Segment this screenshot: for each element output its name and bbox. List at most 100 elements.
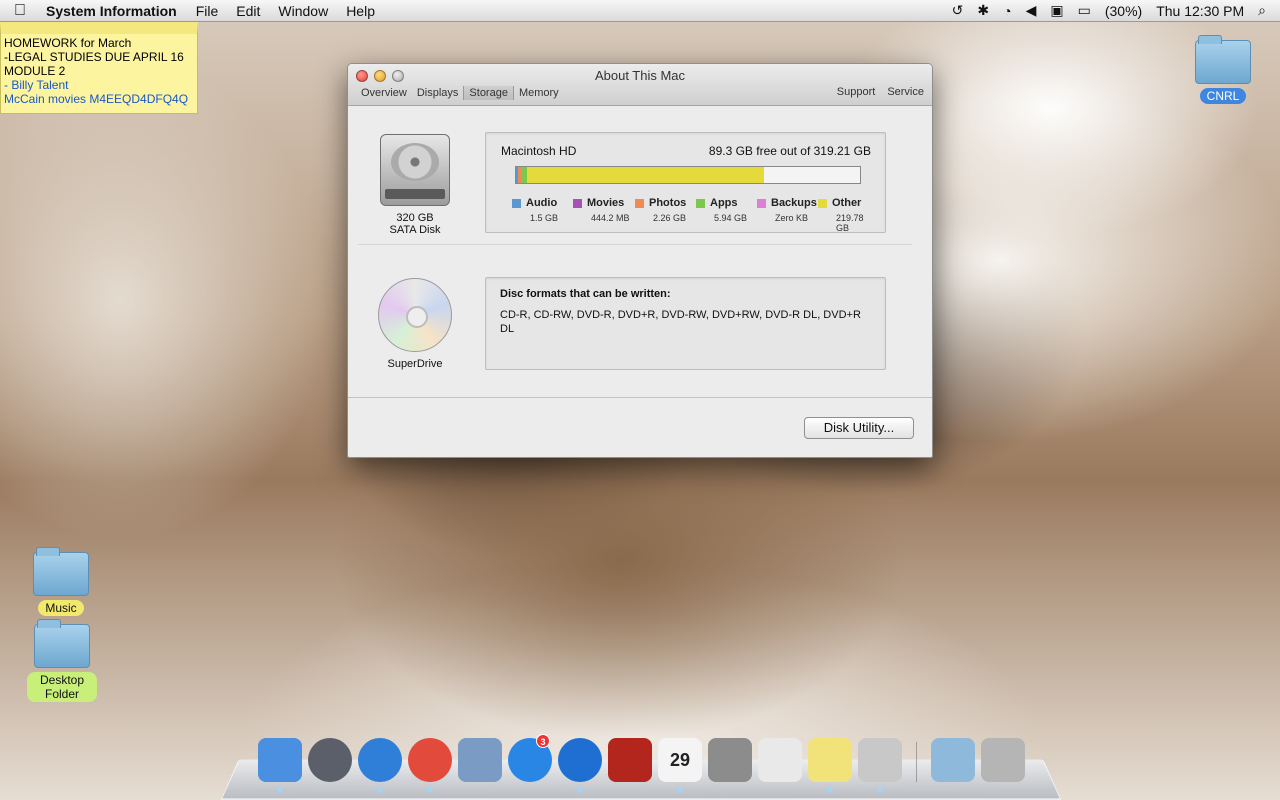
mail-icon[interactable] (458, 738, 502, 782)
hard-disk-icon (380, 134, 450, 206)
disk-capacity: 320 GB (396, 212, 434, 224)
tab-service[interactable]: Service (887, 86, 924, 98)
legend-apps: Apps 5.94 GB (696, 197, 757, 233)
divider (348, 397, 932, 398)
volume-name: Macintosh HD (501, 144, 577, 158)
superdrive-label: SuperDrive (387, 358, 443, 370)
folder-icon (33, 547, 89, 596)
trash-icon[interactable] (981, 738, 1025, 782)
menu-bar:  System Information File Edit Window He… (0, 0, 1280, 22)
dock: 3 29 (258, 734, 1025, 792)
sticky-note[interactable]: HOMEWORK for March -LEGAL STUDIES DUE AP… (0, 22, 198, 114)
app-store-icon[interactable]: 3 (508, 734, 552, 782)
system-information-icon[interactable] (858, 738, 902, 792)
legend-label: Audio (526, 197, 558, 209)
running-indicator (678, 788, 682, 792)
tab-displays[interactable]: Displays (412, 86, 464, 100)
backups-swatch (757, 198, 766, 208)
tab-memory[interactable]: Memory (514, 86, 564, 100)
audio-swatch (512, 198, 521, 208)
legend-value: 219.78 GB (836, 213, 864, 233)
running-indicator (378, 788, 382, 792)
disc-formats-title: Disc formats that can be written: (500, 288, 671, 300)
desktop-folder-desktop-folder[interactable]: Desktop Folder (22, 619, 102, 702)
tab-storage[interactable]: Storage (463, 86, 514, 100)
legend-label: Photos (649, 197, 687, 209)
wifi-icon[interactable]: ◔ (1003, 3, 1011, 19)
launchpad-icon[interactable] (308, 738, 352, 782)
legend-photos: Photos 2.26 GB (635, 197, 696, 233)
legend-movies: Movies 444.2 MB (573, 197, 635, 233)
keyboard-viewer-icon[interactable]: ▣ (1050, 2, 1063, 19)
safari-icon[interactable] (358, 738, 402, 792)
battery-percent[interactable]: (30%) (1105, 3, 1142, 19)
downloads-stack-icon[interactable] (931, 738, 975, 782)
legend-backups: Backups Zero KB (757, 197, 818, 233)
volume-icon[interactable]: ◀ (1026, 2, 1037, 19)
storage-panel: Macintosh HD 89.3 GB free out of 319.21 … (485, 132, 886, 233)
notification-badge: 3 (536, 734, 550, 748)
sticky-line: HOMEWORK for March (4, 36, 132, 50)
chrome-icon[interactable] (408, 738, 452, 792)
legend-value: 5.94 GB (714, 213, 748, 223)
running-indicator (878, 788, 882, 792)
legend-value: 1.5 GB (530, 213, 559, 223)
superdrive-item: SuperDrive (378, 278, 452, 370)
spotlight-icon[interactable]: ⌕ (1258, 2, 1266, 19)
time-machine-icon[interactable]: ↺ (952, 2, 964, 19)
hard-disk-item: 320 GB SATA Disk (378, 134, 452, 236)
legend-label: Movies (587, 197, 625, 209)
system-preferences-icon[interactable] (708, 738, 752, 782)
sticky-line: MODULE 2 (4, 64, 66, 78)
battery-icon[interactable]: ▭ (1078, 2, 1091, 19)
desktop-folder-cnrl[interactable]: CNRL (1192, 35, 1254, 104)
sticky-line: - Billy Talent (4, 78, 69, 92)
disc-formats-list: CD-R, CD-RW, DVD-R, DVD+R, DVD-RW, DVD+R… (500, 309, 861, 335)
movies-swatch (573, 198, 582, 208)
desktop-icon-label: CNRL (1199, 88, 1247, 104)
menu-file[interactable]: File (187, 3, 228, 19)
storage-pane: 320 GB SATA Disk Macintosh HD 89.3 GB fr… (348, 106, 932, 457)
disk-utility-button[interactable]: Disk Utility... (804, 417, 914, 439)
menu-edit[interactable]: Edit (227, 3, 269, 19)
folder-icon (1195, 35, 1251, 84)
desktop-folder-music[interactable]: Music (30, 547, 92, 616)
sticky-line: -LEGAL STUDIES DUE APRIL 16 (4, 50, 184, 64)
apple-menu-icon[interactable]:  (0, 2, 40, 20)
legend-value: 2.26 GB (653, 213, 687, 223)
tab-bar: Overview Displays Storage Memory (356, 86, 564, 100)
legend-audio: Audio 1.5 GB (512, 197, 573, 233)
dock-separator (916, 742, 917, 782)
running-indicator (828, 788, 832, 792)
photo-booth-icon[interactable] (608, 738, 652, 782)
calendar-icon[interactable]: 29 (658, 738, 702, 792)
itunes-icon[interactable] (558, 738, 602, 792)
stickies-icon[interactable] (808, 738, 852, 792)
tab-overview[interactable]: Overview (356, 86, 412, 100)
menu-window[interactable]: Window (269, 3, 337, 19)
running-indicator (578, 788, 582, 792)
window-title: About This Mac (594, 68, 686, 83)
apps-swatch (696, 198, 705, 208)
desktop-icon-label: Music (38, 600, 84, 616)
window-titlebar[interactable]: About This Mac Overview Displays Storage… (348, 64, 932, 106)
legend-other: Other 219.78 GB (818, 197, 879, 233)
sticky-line: McCain movies M4EEQD4DFQ4Q (4, 92, 189, 106)
legend-value: 444.2 MB (591, 213, 630, 223)
bluetooth-icon[interactable]: ✱ (977, 2, 989, 19)
legend-label: Apps (710, 197, 738, 209)
app-menu[interactable]: System Information (40, 3, 187, 19)
optical-disc-icon (378, 278, 452, 352)
legend-label: Backups (771, 197, 817, 209)
photos-swatch (635, 198, 644, 208)
menubar-clock[interactable]: Thu 12:30 PM (1156, 3, 1244, 19)
running-indicator (278, 788, 282, 792)
finder-icon[interactable] (258, 738, 302, 792)
textedit-icon[interactable] (758, 738, 802, 782)
folder-icon (34, 619, 90, 668)
running-indicator (428, 788, 432, 792)
tab-support[interactable]: Support (837, 86, 876, 98)
menu-help[interactable]: Help (337, 3, 384, 19)
about-this-mac-window: About This Mac Overview Displays Storage… (347, 63, 933, 458)
disk-type: SATA Disk (389, 224, 441, 236)
